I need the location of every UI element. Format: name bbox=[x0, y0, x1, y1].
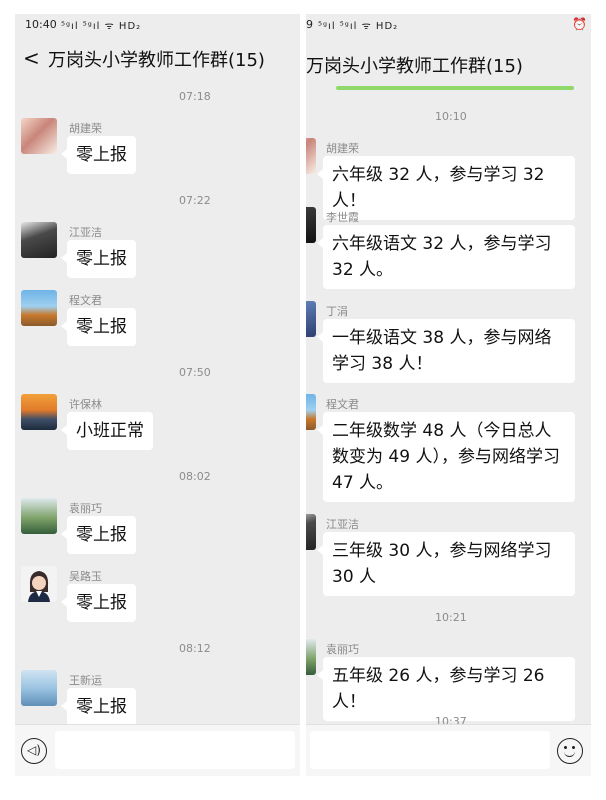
timestamp: 08:02 bbox=[179, 470, 211, 483]
avatar[interactable] bbox=[21, 394, 57, 430]
message-bubble[interactable]: 三年级 30 人，参与网络学习 30 人 bbox=[317, 532, 575, 596]
sender-name: 袁丽巧 bbox=[326, 643, 359, 656]
avatar[interactable] bbox=[21, 670, 57, 706]
message-bubble[interactable]: 零上报 bbox=[61, 136, 136, 174]
sender-name: 胡建荣 bbox=[326, 142, 359, 155]
signal-icon: ⁵ᵍıl ⁵ᵍıl bbox=[318, 21, 358, 32]
sender-name: 江亚洁 bbox=[326, 518, 359, 531]
avatar[interactable] bbox=[21, 566, 57, 602]
sender-name: 江亚洁 bbox=[69, 226, 102, 239]
sender-name: 王新运 bbox=[69, 674, 102, 687]
emoji-icon[interactable] bbox=[557, 738, 583, 764]
avatar[interactable] bbox=[306, 207, 316, 243]
avatar[interactable] bbox=[21, 222, 57, 258]
hd-icon: HD₂ bbox=[375, 21, 399, 32]
chat-header: < 万岗头小学教师工作群(15) bbox=[15, 44, 300, 74]
chat-header: 万岗头小学教师工作群(15) bbox=[306, 44, 591, 77]
avatar[interactable] bbox=[21, 290, 57, 326]
status-bar: 9 ⁵ᵍıl ⁵ᵍıl ᯤ HD₂ ⏰ bbox=[306, 14, 591, 36]
avatar[interactable] bbox=[21, 498, 57, 534]
sender-name: 程文君 bbox=[326, 398, 359, 411]
status-time: 10:40 bbox=[25, 18, 57, 31]
alarm-icon: ⏰ bbox=[572, 17, 587, 31]
back-arrow-icon[interactable]: < bbox=[23, 46, 40, 70]
signal-icon: ⁵ᵍıl ⁵ᵍıl bbox=[61, 21, 101, 32]
chat-title: 万岗头小学教师工作群(15) bbox=[48, 50, 265, 71]
timestamp: 08:12 bbox=[179, 642, 211, 655]
avatar[interactable] bbox=[306, 138, 316, 174]
avatar[interactable] bbox=[306, 639, 316, 675]
message-bubble[interactable]: 五年级 26 人，参与学习 26 人！ bbox=[317, 657, 575, 721]
status-bar: 10:40 ⁵ᵍıl ⁵ᵍıl ᯤ HD₂ bbox=[15, 14, 300, 36]
voice-icon[interactable]: ◁) bbox=[21, 738, 47, 764]
avatar[interactable] bbox=[306, 301, 316, 337]
timestamp: 07:22 bbox=[179, 194, 211, 207]
avatar[interactable] bbox=[306, 514, 316, 550]
message-bubble[interactable]: 零上报 bbox=[61, 516, 136, 554]
wifi-icon: ᯤ bbox=[361, 21, 376, 32]
message-bubble[interactable]: 六年级语文 32 人，参与学习 32 人。 bbox=[317, 225, 575, 289]
message-input[interactable] bbox=[55, 731, 295, 769]
wifi-icon: ᯤ bbox=[104, 21, 119, 32]
timestamp: 10:21 bbox=[435, 611, 467, 624]
sender-name: 吴路玉 bbox=[69, 570, 102, 583]
message-bubble[interactable]: 二年级数学 48 人（今日总人数变为 49 人），参与网络学习 47 人。 bbox=[317, 412, 575, 502]
message-bubble[interactable]: 一年级语文 38 人，参与网络学习 38 人！ bbox=[317, 319, 575, 383]
sender-name: 胡建荣 bbox=[69, 122, 102, 135]
left-chat-screen: 10:40 ⁵ᵍıl ⁵ᵍıl ᯤ HD₂ < 万岗头小学教师工作群(15) 0… bbox=[15, 14, 300, 776]
avatar[interactable] bbox=[306, 394, 316, 430]
sender-name: 袁丽巧 bbox=[69, 502, 102, 515]
status-time: 9 bbox=[306, 18, 313, 31]
status-icons: ⁵ᵍıl ⁵ᵍıl ᯤ HD₂ bbox=[61, 18, 141, 32]
sender-name: 李世霞 bbox=[326, 211, 359, 224]
chat-title: 万岗头小学教师工作群(15) bbox=[306, 56, 523, 77]
message-input[interactable] bbox=[310, 731, 550, 769]
message-bubble[interactable]: 零上报 bbox=[61, 688, 136, 726]
hd-icon: HD₂ bbox=[118, 21, 142, 32]
avatar[interactable] bbox=[21, 118, 57, 154]
message-bubble[interactable]: 零上报 bbox=[61, 308, 136, 346]
status-icons: ⁵ᵍıl ⁵ᵍıl ᯤ HD₂ bbox=[318, 18, 398, 32]
sender-name: 许保林 bbox=[69, 398, 102, 411]
message-bubble[interactable]: 零上报 bbox=[61, 240, 136, 278]
message-bubble[interactable]: 六年级 32 人，参与学习 32 人！ bbox=[317, 156, 575, 220]
message-bubble[interactable]: 小班正常 bbox=[61, 412, 153, 450]
timestamp: 10:10 bbox=[435, 110, 467, 123]
input-bar: ◁) bbox=[15, 724, 300, 776]
message-bubble[interactable]: 零上报 bbox=[61, 584, 136, 622]
right-chat-screen: 9 ⁵ᵍıl ⁵ᵍıl ᯤ HD₂ ⏰ 万岗头小学教师工作群(15) 10:10… bbox=[306, 14, 591, 776]
input-bar bbox=[306, 724, 591, 776]
timestamp: 07:50 bbox=[179, 366, 211, 379]
timestamp: 07:18 bbox=[179, 90, 211, 103]
progress-bar bbox=[336, 86, 574, 90]
sender-name: 丁涓 bbox=[326, 305, 348, 318]
sender-name: 程文君 bbox=[69, 294, 102, 307]
